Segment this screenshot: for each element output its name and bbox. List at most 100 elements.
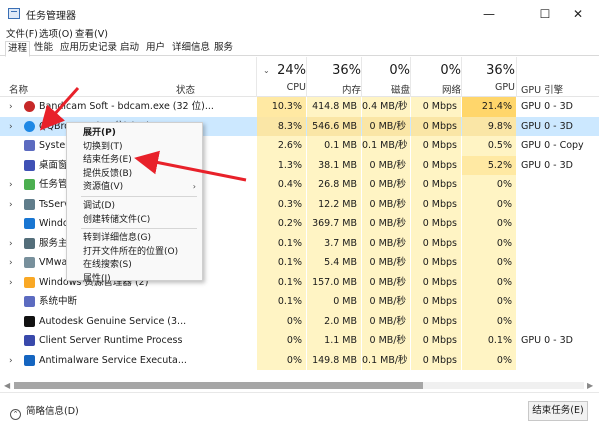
context-menu-label: 切换到(T)	[83, 141, 123, 152]
task-manager-icon	[8, 8, 20, 19]
context-menu-item[interactable]: 切换到(T)	[67, 140, 202, 154]
fewer-details-label: 简略信息(D)	[26, 406, 79, 417]
tab-app-history[interactable]: 应用历史记录	[58, 41, 119, 56]
menu-separator	[81, 196, 197, 197]
expand-chevron-icon[interactable]: ›	[9, 122, 13, 132]
tab-details[interactable]: 详细信息	[170, 41, 212, 56]
context-menu-item[interactable]: 资源值(V) ›	[67, 180, 202, 194]
process-name: Bandicam Soft - bdcam.exe (32 位)...	[39, 101, 214, 112]
expand-chevron-icon[interactable]: ›	[9, 180, 13, 190]
column-status[interactable]: 状态	[176, 82, 195, 96]
close-button[interactable]: ✕	[556, 0, 599, 28]
context-menu-item[interactable]: 在线搜索(S)	[67, 258, 202, 272]
process-net: 0 Mbps	[411, 136, 461, 156]
process-net: 0 Mbps	[411, 292, 461, 312]
process-cpu: 10.3%	[257, 97, 306, 117]
horizontal-scrollbar[interactable]: ◀ ▶	[0, 381, 599, 390]
context-menu-item[interactable]: 打开文件所在的位置(O)	[67, 245, 202, 259]
expand-chevron-icon[interactable]: ›	[9, 278, 13, 288]
process-row[interactable]: › Antimalware Service Executa... 0% 149.8 M…	[0, 350, 599, 371]
tab-users[interactable]: 用户	[144, 41, 167, 56]
process-disk: 0 MB/秒	[362, 116, 410, 136]
expand-chevron-icon[interactable]: ›	[9, 200, 13, 210]
process-gpu-engine	[517, 351, 599, 371]
context-menu-label: 展开(P)	[83, 128, 116, 138]
end-task-button[interactable]: 结束任务(E)	[528, 401, 588, 421]
process-disk: 0 MB/秒	[362, 214, 410, 234]
process-disk: 0 MB/秒	[362, 155, 410, 175]
process-gpu-engine: GPU 0 - 3D	[521, 101, 573, 112]
process-gpu: 21.4%	[462, 97, 516, 117]
process-row[interactable]: Client Server Runtime Process 0% 1.1 MB 0 M…	[0, 331, 599, 351]
process-row[interactable]: 系统中断 0.1% 0 MB 0 MB/秒 0 Mbps 0%	[0, 292, 599, 312]
window-title: 任务管理器	[26, 11, 76, 22]
process-mem: 26.8 MB	[307, 175, 361, 195]
expand-chevron-icon[interactable]: ›	[9, 258, 13, 268]
process-cpu: 8.3%	[257, 116, 306, 136]
process-cpu: 0.1%	[257, 253, 306, 273]
process-gpu: 0%	[462, 350, 516, 370]
process-mem: 0 MB	[307, 292, 361, 312]
process-gpu: 0%	[462, 194, 516, 214]
process-gpu-engine	[517, 234, 599, 254]
process-cpu: 0.3%	[257, 194, 306, 214]
expand-chevron-icon[interactable]: ›	[9, 239, 13, 249]
process-mem: 414.8 MB	[307, 97, 361, 117]
process-mem: 38.1 MB	[307, 155, 361, 175]
network-total[interactable]: 0%	[411, 63, 461, 78]
column-gpu-engine[interactable]: GPU 引擎	[521, 82, 563, 96]
minimize-button[interactable]: —	[467, 0, 511, 28]
scroll-right-icon[interactable]: ▶	[587, 381, 593, 390]
menu-file[interactable]: 文件(F)	[6, 26, 38, 40]
disk-total[interactable]: 0%	[362, 63, 410, 78]
service-icon	[24, 198, 35, 210]
fewer-details-link[interactable]: ⌃ 简略信息(D)	[10, 403, 79, 420]
expand-chevron-icon[interactable]: ›	[9, 102, 13, 112]
column-disk[interactable]: 磁盘	[362, 82, 410, 96]
tab-startup[interactable]: 启动	[118, 41, 141, 56]
process-row[interactable]: Autodesk Genuine Service (3... 0% 2.0 MB 0 …	[0, 311, 599, 331]
bandicam-icon	[24, 101, 35, 112]
menu-view[interactable]: 查看(V)	[75, 26, 108, 40]
context-menu-item[interactable]: 展开(P)	[67, 126, 202, 140]
process-mem: 149.8 MB	[307, 350, 361, 370]
tab-processes[interactable]: 进程	[5, 41, 31, 57]
memory-total[interactable]: 36%	[307, 63, 361, 78]
context-menu-item[interactable]: 调试(D)	[67, 199, 202, 213]
process-cpu: 0%	[257, 331, 306, 351]
column-memory[interactable]: 内存	[307, 82, 361, 96]
context-menu-item[interactable]: 提供反馈(B)	[67, 167, 202, 181]
context-menu-label: 调试(D)	[83, 201, 115, 211]
submenu-chevron-icon: ›	[192, 182, 196, 192]
process-disk: 0 MB/秒	[362, 175, 410, 195]
gpu-total[interactable]: 36%	[462, 63, 515, 78]
process-name: Antimalware Service Executa...	[39, 354, 187, 366]
context-menu-item[interactable]: 结束任务(E)	[67, 153, 202, 167]
process-gpu-engine	[517, 273, 599, 293]
column-name[interactable]: 名称	[9, 82, 28, 96]
tab-performance[interactable]: 性能	[32, 41, 55, 56]
context-menu-item[interactable]: 创建转储文件(C)	[67, 213, 202, 227]
context-menu-label: 创建转储文件(C)	[83, 214, 151, 225]
process-net: 0 Mbps	[411, 350, 461, 370]
interrupt-icon	[24, 296, 35, 307]
column-gpu[interactable]: GPU	[462, 82, 515, 93]
menu-options[interactable]: 选项(O)	[39, 26, 73, 40]
context-menu-item[interactable]: 转到详细信息(G)	[67, 231, 202, 245]
process-gpu: 5.2%	[462, 155, 516, 175]
context-menu-label: 转到详细信息(G)	[83, 233, 151, 244]
scroll-left-icon[interactable]: ◀	[4, 381, 10, 390]
process-disk: 0 MB/秒	[362, 311, 410, 331]
column-cpu[interactable]: CPU	[257, 82, 306, 93]
process-row[interactable]: › Bandicam Soft - bdcam.exe (32 位)... 10.3…	[0, 97, 599, 117]
process-cpu: 0.1%	[257, 233, 306, 253]
scroll-thumb[interactable]	[14, 382, 423, 389]
column-network[interactable]: 网络	[411, 82, 461, 96]
process-gpu-engine	[517, 253, 599, 273]
expand-chevron-icon[interactable]: ›	[9, 356, 13, 366]
process-mem: 1.1 MB	[307, 331, 361, 351]
process-disk: 0 MB/秒	[362, 331, 410, 351]
tab-services[interactable]: 服务	[212, 41, 235, 56]
context-menu-item[interactable]: 属性(I)	[67, 272, 202, 286]
process-disk: 0.1 MB/秒	[362, 350, 410, 370]
